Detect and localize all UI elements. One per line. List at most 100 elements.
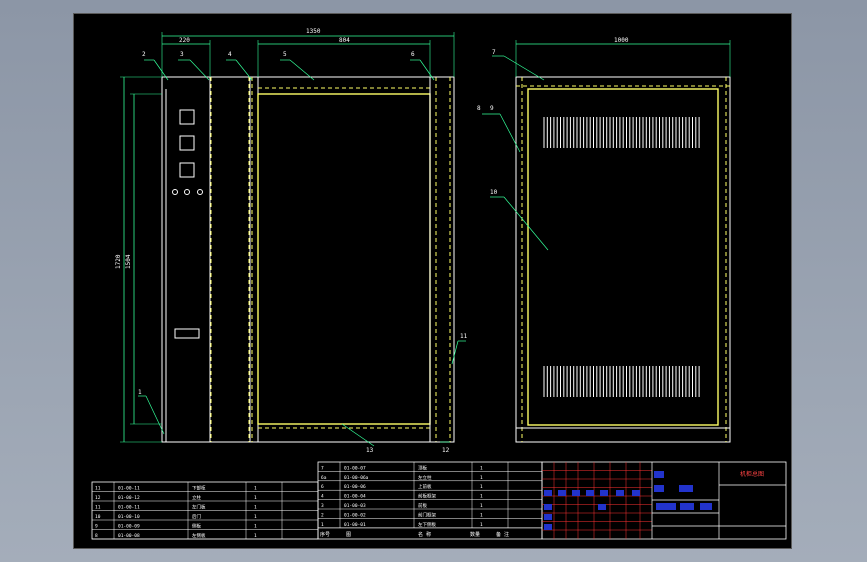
dim-overall-width: 1350 (306, 28, 321, 35)
bom-cell-name: 上前板 (418, 483, 432, 490)
title-cell-fill-2 (654, 485, 664, 492)
indicator-window-2 (179, 135, 195, 151)
dim-door-width: 804 (339, 37, 350, 44)
title-cell-fill-1 (654, 471, 664, 478)
front-view: 1350 220 804 1720 1504 1 2 3 4 5 6 11 12… (115, 28, 468, 454)
bom-cell-name: 后门 (192, 513, 201, 520)
indicator-window-1 (179, 109, 195, 125)
bom-cell-name: 左侧板 (192, 532, 206, 539)
bom-cell-qty: 1 (480, 522, 483, 528)
bom-cell-code: 01-00-10 (118, 514, 140, 520)
bom-right-rows: 7 01-00-07 顶板 1 6a 01-00-06a 左立柱 1 6 01-00-06 上前板 1… (318, 462, 542, 529)
bom-cell-no: 11 (95, 505, 101, 511)
dim-side-width: 1000 (614, 37, 629, 44)
part-label-6: 6 (411, 51, 415, 58)
dim-inner-height: 1504 (125, 254, 132, 269)
bom-cell-no: 3 (321, 503, 324, 509)
leader-13 (341, 423, 375, 447)
bom-cell-no: 6a (321, 475, 327, 481)
indicator-lamp-1 (172, 189, 178, 195)
title-grid-fill (544, 490, 552, 496)
title-grid-fill (572, 490, 580, 496)
bom-cell-code: 01-00-11 (118, 486, 140, 492)
bom-cell-name: 前板框架 (418, 493, 436, 500)
title-grid-fill (544, 514, 552, 520)
bom-cell-name: 顶板 (418, 464, 427, 471)
bom-cell-name: 下部柜 (192, 485, 206, 492)
part-label-12: 12 (442, 447, 450, 454)
bom-cell-qty: 1 (254, 514, 257, 520)
bom-left-rows: 11 01-00-11 下部柜 112 01-00-12 立柱 111 01-00-11 左门板… (92, 482, 318, 540)
part-label-9: 9 (490, 105, 494, 112)
vent-grille-bottom (543, 366, 700, 397)
title-grid-fill (544, 524, 552, 530)
cabinet-front-outline (161, 76, 455, 443)
bom-cell-no: 6 (321, 484, 324, 490)
bom-cell-qty: 1 (480, 494, 483, 500)
nameplate-slot (174, 328, 200, 339)
bom-header-qty: 数量 (470, 531, 480, 538)
bom-cell-no: 11 (95, 486, 101, 492)
title-cell-fill-4 (656, 503, 676, 510)
leader-1-arrow (145, 395, 165, 435)
part-label-11: 11 (460, 333, 468, 340)
leader-89-arrow (499, 113, 521, 153)
part-label-3: 3 (180, 51, 184, 58)
bom-header-name: 名 称 (418, 531, 431, 538)
bom-cell-no: 12 (95, 495, 101, 501)
bom-right-table: 7 01-00-07 顶板 1 6a 01-00-06a 左立柱 1 6 01-00-06 上前板 1… (317, 461, 543, 540)
bom-cell-no: 8 (95, 533, 98, 539)
bom-cell-code: 01-00-02 (344, 512, 366, 518)
bom-cell-code: 01-00-12 (118, 495, 140, 501)
bom-header-note: 备 注 (496, 531, 509, 538)
vent-grille-top (543, 117, 700, 148)
title-grid-fill (632, 490, 640, 496)
bom-cell-name: 立柱 (192, 494, 201, 501)
part-label-2: 2 (142, 51, 146, 58)
title-grid-fill (600, 490, 608, 496)
part-label-4: 4 (228, 51, 232, 58)
title-cell-fill-5 (680, 503, 694, 510)
bom-cell-no: 2 (321, 512, 324, 518)
bom-cell-name: 左下侧板 (418, 521, 436, 528)
bom-cell-qty: 1 (480, 484, 483, 490)
title-grid (542, 462, 652, 539)
bom-cell-no: 7 (321, 465, 324, 471)
leader-11-arrow (451, 340, 459, 365)
part-label-7: 7 (492, 49, 496, 56)
title-grid-fill (586, 490, 594, 496)
title-cell-fill-3 (679, 485, 693, 492)
part-label-5: 5 (283, 51, 287, 58)
title-grid-fill (544, 504, 552, 510)
leader-7-arrow (503, 55, 545, 81)
bom-cell-qty: 1 (480, 512, 483, 518)
bom-cell-name: 前门框架 (418, 511, 436, 518)
bom-header-no: 序号 (320, 531, 330, 538)
column-left (209, 76, 251, 443)
indicator-window-3 (179, 162, 195, 178)
side-view: 1000 7 8 9 10 (477, 37, 731, 443)
bom-cell-qty: 1 (480, 475, 483, 481)
bom-cell-no: 9 (95, 524, 98, 530)
part-label-8: 8 (477, 105, 481, 112)
drawing-canvas: 1350 220 804 1720 1504 1 2 3 4 5 6 11 12… (73, 13, 792, 549)
door-frame (257, 76, 431, 443)
part-label-10: 10 (490, 189, 498, 196)
bom-cell-qty: 1 (480, 503, 483, 509)
dim-left-section-width: 220 (179, 37, 190, 44)
bom-cell-name: 前板 (418, 502, 427, 509)
bom-cell-name: 左门板 (192, 504, 206, 511)
cad-drawing: 1350 220 804 1720 1504 1 2 3 4 5 6 11 12… (91, 28, 787, 540)
bom-cell-name: 左立柱 (418, 474, 432, 481)
bom-cell-code: 01-00-09 (118, 524, 140, 530)
bom-cell-code: 01-00-04 (344, 494, 366, 500)
bom-cell-no: 4 (321, 494, 324, 500)
door-panel (257, 93, 431, 425)
title-cell-fill-6 (700, 503, 712, 510)
part-label-1: 1 (138, 389, 142, 396)
dim-overall-height: 1720 (115, 254, 122, 269)
bom-cell-name: 侧板 (192, 523, 201, 530)
part-label-13: 13 (366, 447, 374, 454)
bom-left-table: 11 01-00-11 下部柜 112 01-00-12 立柱 111 01-00-11 左门板… (91, 481, 319, 540)
bom-cell-qty: 1 (254, 486, 257, 492)
